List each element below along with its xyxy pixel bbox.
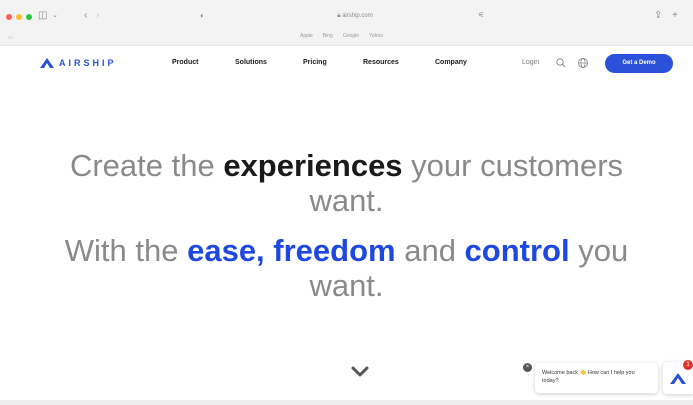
address-bar[interactable]: 🔒︎ airship.com <box>240 13 470 20</box>
chevron-down-icon[interactable]: ⌄ <box>52 9 58 23</box>
search-icon[interactable] <box>555 57 567 69</box>
nav-item-product[interactable]: Product <box>172 59 198 66</box>
site-navigation: AIRSHIP Product Solutions Pricing Resour… <box>0 46 693 82</box>
hero-text: and <box>395 233 465 268</box>
airship-logo-icon <box>40 58 54 68</box>
airship-logo[interactable]: AIRSHIP <box>40 58 117 68</box>
privacy-shield-icon[interactable]: ◐ <box>200 9 205 23</box>
hero-highlight: control <box>464 233 570 268</box>
hero-text: With the <box>64 233 188 268</box>
lock-icon: 🔒︎ <box>337 13 341 19</box>
chat-message-bubble[interactable]: Welcome back 👋 How can I help you today? <box>535 363 658 393</box>
notification-badge: 1 <box>683 360 693 370</box>
nav-item-solutions[interactable]: Solutions <box>235 59 267 66</box>
globe-icon[interactable] <box>577 57 589 69</box>
url-text: airship.com <box>342 13 373 19</box>
hero-heading-line-1: Create the experiences your customers <box>0 148 693 183</box>
favorites-bar: Apple Bing Google Yahoo <box>300 33 383 39</box>
login-link[interactable]: Login <box>522 59 539 66</box>
hero-emphasis: experiences <box>223 148 403 183</box>
new-tab-icon[interactable]: + <box>672 9 678 23</box>
hero-highlight: ease, freedom <box>187 233 396 268</box>
nav-item-pricing[interactable]: Pricing <box>303 59 327 66</box>
hero-heading-line-2b: want. <box>309 268 384 303</box>
hero-text: your customers <box>402 148 624 183</box>
favorite-link[interactable]: Yahoo <box>369 33 383 39</box>
chevron-down-icon[interactable] <box>350 364 370 378</box>
zoom-window-button[interactable] <box>26 14 32 20</box>
favorite-link[interactable]: Apple <box>300 33 313 39</box>
hero-text: you <box>569 233 629 268</box>
sidebar-icon[interactable]: ◫ <box>38 9 47 23</box>
close-window-button[interactable] <box>6 14 12 20</box>
favorite-link[interactable]: Bing <box>323 33 333 39</box>
nav-item-company[interactable]: Company <box>435 59 467 66</box>
window-controls <box>6 14 32 20</box>
hero-text: Create the <box>69 148 224 183</box>
tab-overview-icon[interactable]: ▭ <box>8 35 13 41</box>
nav-item-resources[interactable]: Resources <box>363 59 399 66</box>
back-icon[interactable]: ‹ <box>84 9 87 23</box>
chat-message: Welcome back 👋 How can I help you today? <box>542 370 635 384</box>
logo-text: AIRSHIP <box>59 58 117 68</box>
share-icon[interactable]: ⇪ <box>654 9 662 23</box>
browser-toolbar: ◫ ⌄ ‹ › ◐ 🔒︎ airship.com ⚟ Apple Bing Go… <box>0 0 693 46</box>
minimize-window-button[interactable] <box>16 14 22 20</box>
reader-icon[interactable]: ⚟ <box>478 9 484 23</box>
hero-heading-line-2: With the ease, freedom and control you <box>0 233 693 268</box>
favorite-link[interactable]: Google <box>343 33 359 39</box>
get-a-demo-button[interactable]: Get a Demo <box>605 54 673 73</box>
page-footer-strip <box>0 400 693 405</box>
forward-icon[interactable]: › <box>96 9 99 23</box>
hero-heading-line-1b: want. <box>309 183 384 218</box>
chat-close-button[interactable]: × <box>523 363 532 372</box>
